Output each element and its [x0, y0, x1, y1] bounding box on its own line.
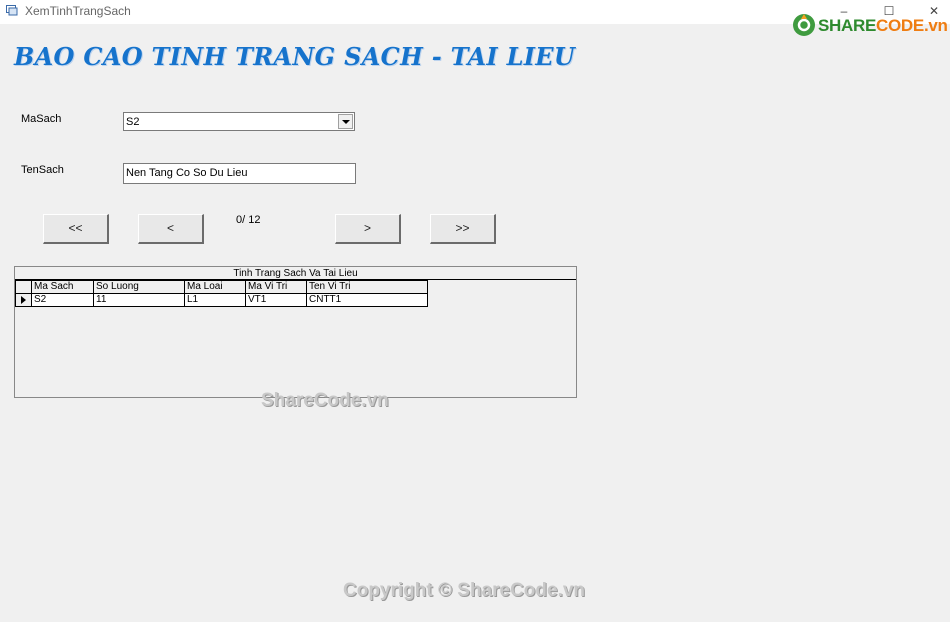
next-record-button[interactable]: >	[335, 214, 401, 244]
masach-combobox[interactable]: S2	[123, 112, 355, 131]
grid-header-row: Ma Sach So Luong Ma Loai Ma Vi Tri Ten V…	[15, 280, 428, 294]
center-watermark: ShareCode.vn	[261, 390, 389, 411]
app-icon	[6, 5, 18, 16]
first-record-button[interactable]: <<	[43, 214, 109, 244]
status-datagrid[interactable]: Tinh Trang Sach Va Tai Lieu Ma Sach So L…	[14, 266, 577, 398]
table-cell[interactable]: 11	[93, 293, 185, 307]
grid-caption: Tinh Trang Sach Va Tai Lieu	[15, 267, 576, 280]
column-header[interactable]: So Luong	[93, 280, 185, 294]
tensach-label: TenSach	[21, 164, 64, 176]
column-header[interactable]: Ten Vi Tri	[306, 280, 428, 294]
window-title: XemTinhTrangSach	[25, 4, 131, 18]
previous-record-button[interactable]: <	[138, 214, 204, 244]
masach-label: MaSach	[21, 113, 62, 125]
report-heading: BAO CAO TINH TRANG SACH - TAI LIEU	[14, 42, 576, 71]
grid-table[interactable]: Ma Sach So Luong Ma Loai Ma Vi Tri Ten V…	[15, 280, 428, 307]
table-cell[interactable]: CNTT1	[306, 293, 428, 307]
record-counter: 0/ 12	[236, 214, 261, 226]
logo-share: SHARE	[818, 16, 877, 35]
table-cell[interactable]: VT1	[245, 293, 307, 307]
masach-value: S2	[126, 116, 140, 128]
sharecode-logo: SHARECODE.vn	[792, 11, 948, 41]
table-cell[interactable]: L1	[184, 293, 246, 307]
column-header[interactable]: Ma Vi Tri	[245, 280, 307, 294]
row-selector[interactable]	[15, 293, 32, 307]
logo-suffix: .vn	[923, 16, 948, 35]
chevron-down-icon[interactable]	[338, 114, 353, 129]
last-record-button[interactable]: >>	[430, 214, 496, 244]
recycle-logo-icon	[793, 14, 815, 36]
table-cell[interactable]: S2	[31, 293, 94, 307]
table-row[interactable]: S2 11 L1 VT1 CNTT1	[15, 293, 428, 307]
row-pointer-icon	[21, 296, 26, 304]
column-header[interactable]: Ma Sach	[31, 280, 94, 294]
copyright-watermark: Copyright © ShareCode.vn	[343, 580, 586, 601]
logo-code: CODE	[876, 16, 924, 35]
tensach-field[interactable]: Nen Tang Co So Du Lieu	[123, 163, 356, 184]
row-header-corner	[15, 280, 32, 294]
column-header[interactable]: Ma Loai	[184, 280, 246, 294]
